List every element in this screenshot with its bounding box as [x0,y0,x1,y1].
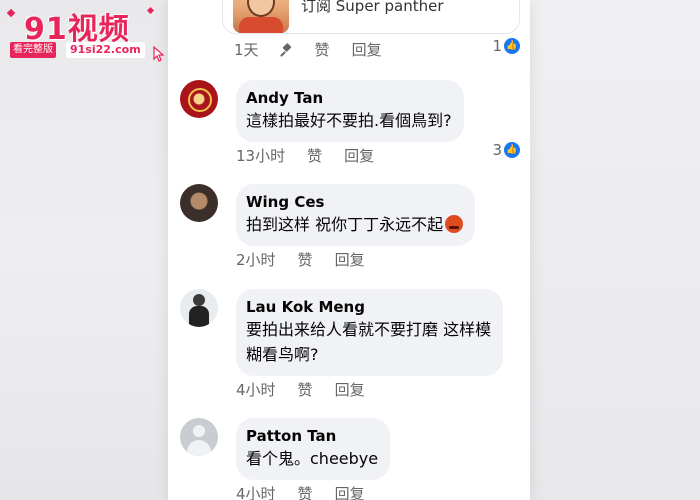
comment-author[interactable]: Lau Kok Meng [246,297,491,317]
comment-text: 看个鬼。cheebye [246,449,379,468]
reaction-count[interactable]: 1 👍 [492,37,520,55]
like-button[interactable]: 赞 [298,379,313,400]
comment-bubble: Wing Ces 拍到这样 祝你丁丁永远不起 [236,184,476,246]
avatar[interactable] [180,80,218,118]
comment-text: 這樣拍最好不要拍.看個鳥到? [246,111,452,130]
pin-icon [281,44,293,56]
like-button[interactable]: 赞 [315,39,330,60]
reply-button[interactable]: 回复 [344,145,374,166]
reply-button[interactable]: 回复 [352,39,382,60]
comment-time: 2小时 [236,251,276,269]
angry-emoji-icon [445,215,464,233]
reply-button[interactable]: 回复 [335,379,365,400]
background-left [0,0,168,500]
default-avatar-icon[interactable] [180,418,218,456]
watermark-badge: 看完整版 [10,42,56,58]
like-badge-icon: 👍 [504,38,520,54]
avatar[interactable] [180,184,218,222]
comment-author[interactable]: Patton Tan [246,426,378,446]
avatar[interactable] [180,289,218,327]
cursor-icon [153,46,165,62]
comment-bubble: Andy Tan 這樣拍最好不要拍.看個鳥到? [236,80,464,142]
watermark-url: 91si22.com [66,42,145,58]
sparkle-icon [6,8,16,18]
top-post-meta: 1天 赞 回复 [234,39,404,60]
comment-time: 4小时 [236,381,276,399]
sparkle-icon [146,6,155,15]
comment-time: 4小时 [236,485,276,500]
comment-text-line: 糊看鸟啊? [246,345,319,364]
comment-text-line: 拍到这样 祝你丁丁永远不起 [246,215,444,234]
like-button[interactable]: 赞 [298,249,313,270]
comment-text: 拍到这样 祝你丁丁永远不起 [246,212,464,237]
subscribe-card[interactable]: 订阅 Super panther [222,0,520,34]
post-time: 1天 [234,41,259,59]
reply-button[interactable]: 回复 [335,249,365,270]
reaction-count-value: 1 [492,37,502,55]
comment-author[interactable]: Wing Ces [246,192,463,212]
like-badge-icon: 👍 [504,142,520,158]
comment-time: 13小时 [236,147,286,165]
comment-bubble: Patton Tan 看个鬼。cheebye [236,418,391,480]
background-right [530,0,700,500]
post-thumbnail [233,0,289,33]
comment-text-line: 要拍出来给人看就不要打磨 这样模 [246,320,492,339]
watermark-logo: 91视频 看完整版 91si22.com [6,2,176,66]
reply-button[interactable]: 回复 [335,483,365,500]
subscribe-text: 订阅 Super panther [301,0,444,15]
like-button[interactable]: 赞 [307,145,322,166]
reaction-count-value: 3 [492,141,502,159]
comment-author[interactable]: Andy Tan [246,88,452,108]
comment-meta: 4小时 赞 回复 [236,483,387,500]
comment-meta: 13小时 赞 回复 [236,145,396,166]
reaction-count[interactable]: 3 👍 [492,141,520,159]
comment-meta: 2小时 赞 回复 [236,249,387,270]
comment-bubble: Lau Kok Meng 要拍出来给人看就不要打磨 这样模 糊看鸟啊? [236,289,504,376]
comment-meta: 4小时 赞 回复 [236,379,387,400]
comments-panel: 订阅 Super panther 1天 赞 回复 1 👍 Andy Tan 這樣… [168,0,530,500]
like-button[interactable]: 赞 [298,483,313,500]
